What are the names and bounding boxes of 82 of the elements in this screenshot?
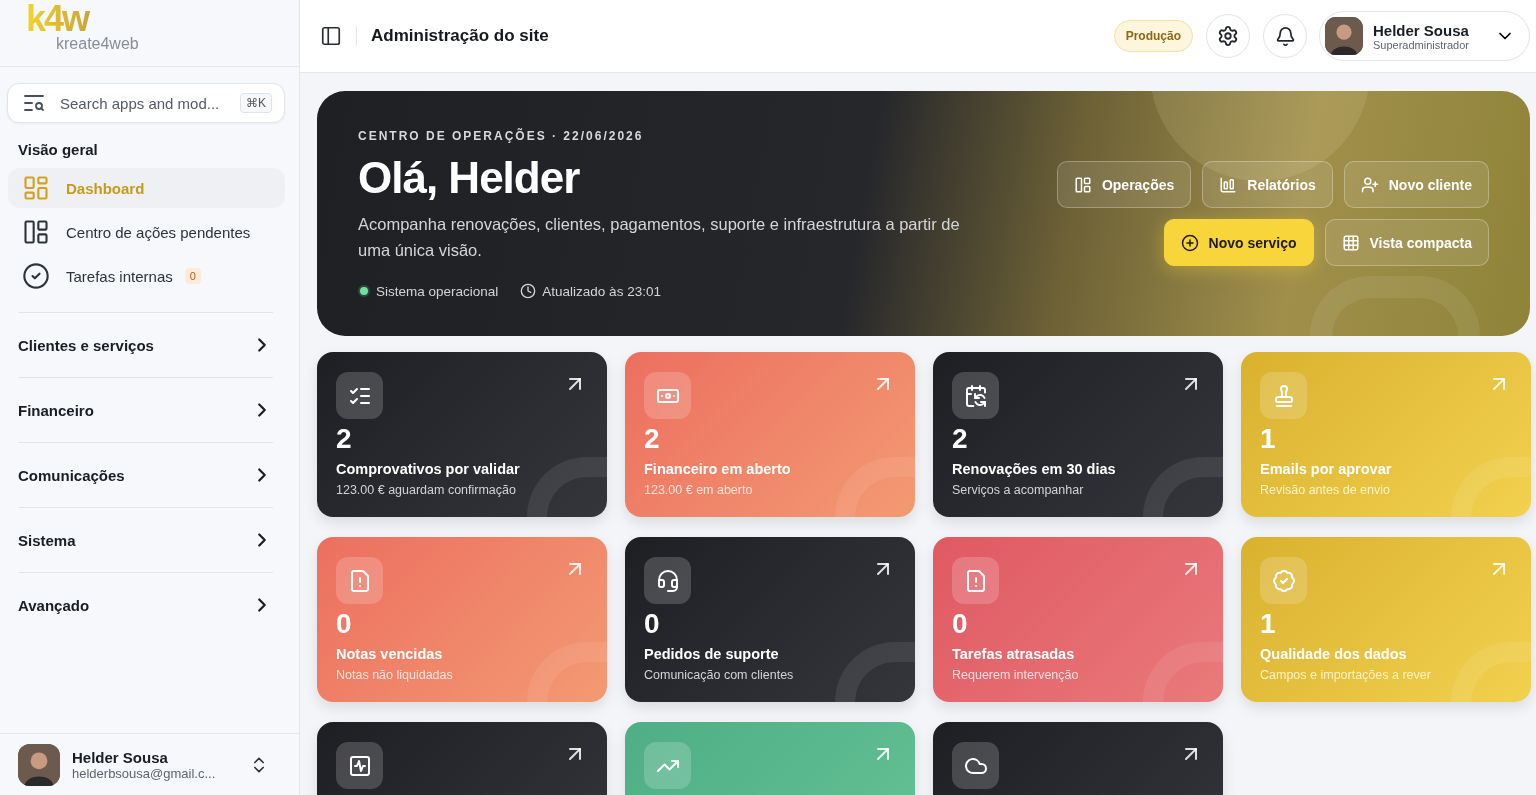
card-title: Qualidade dos dados (1260, 646, 1408, 662)
group-label: Comunicações (18, 466, 125, 484)
grid-icon (1341, 233, 1360, 252)
layout-icon (22, 218, 50, 246)
group-label: Sistema (18, 531, 76, 549)
bar-chart-icon (1219, 175, 1238, 194)
nav-label: Dashboard (66, 179, 145, 197)
user-avatar (18, 743, 60, 786)
count-badge: 0 (184, 268, 201, 284)
sidebar-toggle-icon[interactable] (320, 25, 342, 47)
user-role: Superadministrador (1373, 38, 1469, 51)
card-title: Emails por aprovar (1260, 461, 1393, 477)
nav-group[interactable]: Sistema (18, 507, 273, 572)
user-name: Helder Sousa (1373, 21, 1469, 39)
settings-button[interactable] (1206, 14, 1250, 58)
group-label: Financeiro (18, 401, 94, 419)
card-title: Renovações em 30 dias (952, 461, 1117, 477)
action-button[interactable]: Novo serviço (1163, 219, 1314, 266)
stat-card[interactable]: 2 Comprovativos por validar 123.00 € aguardam confirmação (317, 352, 607, 517)
page-title: Administração do site (356, 26, 1102, 46)
card-subtitle: Campos e importações a rever (1260, 668, 1432, 682)
card-subtitle: Notas não liquidadas (336, 668, 454, 682)
search-input[interactable]: Search apps and mod... (58, 93, 228, 113)
card-subtitle: 123.00 € aguardam confirmação (336, 483, 517, 497)
hero-eyebrow: CENTRO DE OPERAÇÕES · 22/06/2026 (358, 129, 645, 143)
check-circle-icon (22, 262, 50, 290)
group-label: Avançado (18, 596, 90, 614)
card-subtitle: 123.00 € em aberto (644, 483, 754, 497)
hero-title: Olá, Helder (358, 153, 581, 203)
card-value: 0 (644, 608, 661, 640)
card-value: 0 (336, 608, 353, 640)
card-value: 2 (952, 423, 969, 455)
plus-circle-icon (1180, 233, 1199, 252)
bell-icon (1274, 25, 1296, 47)
card-subtitle: Requerem intervenção (952, 668, 1080, 682)
card-value: 2 (644, 423, 661, 455)
user-name: Helder Sousa (72, 748, 169, 766)
card-subtitle: Comunicação com clientes (644, 668, 795, 682)
card-title: Financeiro em aberto (644, 461, 792, 477)
layout-icon (1073, 175, 1092, 194)
badge-check-icon (1271, 568, 1296, 593)
nav-group[interactable]: Financeiro (18, 377, 273, 442)
card-title: Tarefas atrasadas (952, 646, 1076, 662)
card-value: 2 (336, 423, 353, 455)
status-text: Sistema operacional (376, 283, 499, 299)
search-field[interactable]: Search apps and mod... ⌘K (7, 83, 285, 123)
clock-icon (520, 283, 537, 299)
card-title: Pedidos de suporte (644, 646, 780, 662)
nav-item[interactable]: Tarefas internas 0 (8, 256, 285, 296)
shortcut-hint: ⌘K (240, 93, 272, 113)
card-value: 0 (952, 608, 969, 640)
nav-group[interactable]: Clientes e serviços (18, 312, 273, 377)
user-email: helderbsousa@gmail.c... (72, 765, 217, 781)
card-subtitle: Revisão antes de envio (1260, 483, 1391, 497)
user-plus-icon (1360, 175, 1379, 194)
card-value: 1 (1260, 608, 1277, 640)
group-label: Clientes e serviços (18, 336, 154, 354)
nav-group[interactable]: Comunicações (18, 442, 273, 507)
nav-label: Centro de ações pendentes (66, 223, 251, 241)
user-menu-button[interactable]: Helder Sousa Superadministrador (1319, 11, 1530, 61)
section-title: Visão geral (18, 141, 99, 158)
updated-time: Atualizado às 23:01 (542, 283, 661, 299)
nav-label: Tarefas internas (66, 267, 173, 285)
card-value: 1 (1260, 423, 1277, 455)
stat-card[interactable]: 0 Pedidos de suporte Comunicação com clientes (625, 537, 915, 702)
card-title: Comprovativos por validar (336, 461, 521, 477)
card-title: Notas vencidas (336, 646, 444, 662)
calendar-icon (963, 383, 988, 408)
dashboard-icon (22, 174, 50, 202)
stat-card[interactable]: 2 Renovações em 30 dias Serviços a acompanhar (933, 352, 1223, 517)
user-avatar (1325, 17, 1363, 55)
notifications-button[interactable] (1263, 14, 1307, 58)
action-button[interactable]: Operações (1056, 161, 1192, 208)
headset-icon (655, 568, 680, 593)
environment-badge: Produção (1113, 20, 1193, 52)
activity-icon (347, 753, 372, 778)
hero-description: Acompanha renovações, clientes, pagamentos, suporte e infraestrutura a partir de uma única visão. (358, 214, 961, 261)
nav-group[interactable]: Avançado (18, 572, 273, 637)
card-subtitle: Serviços a acompanhar (952, 483, 1085, 497)
nav-item[interactable]: Centro de ações pendentes (8, 212, 285, 252)
settings-icon (1217, 25, 1239, 47)
status-dot (358, 285, 370, 297)
